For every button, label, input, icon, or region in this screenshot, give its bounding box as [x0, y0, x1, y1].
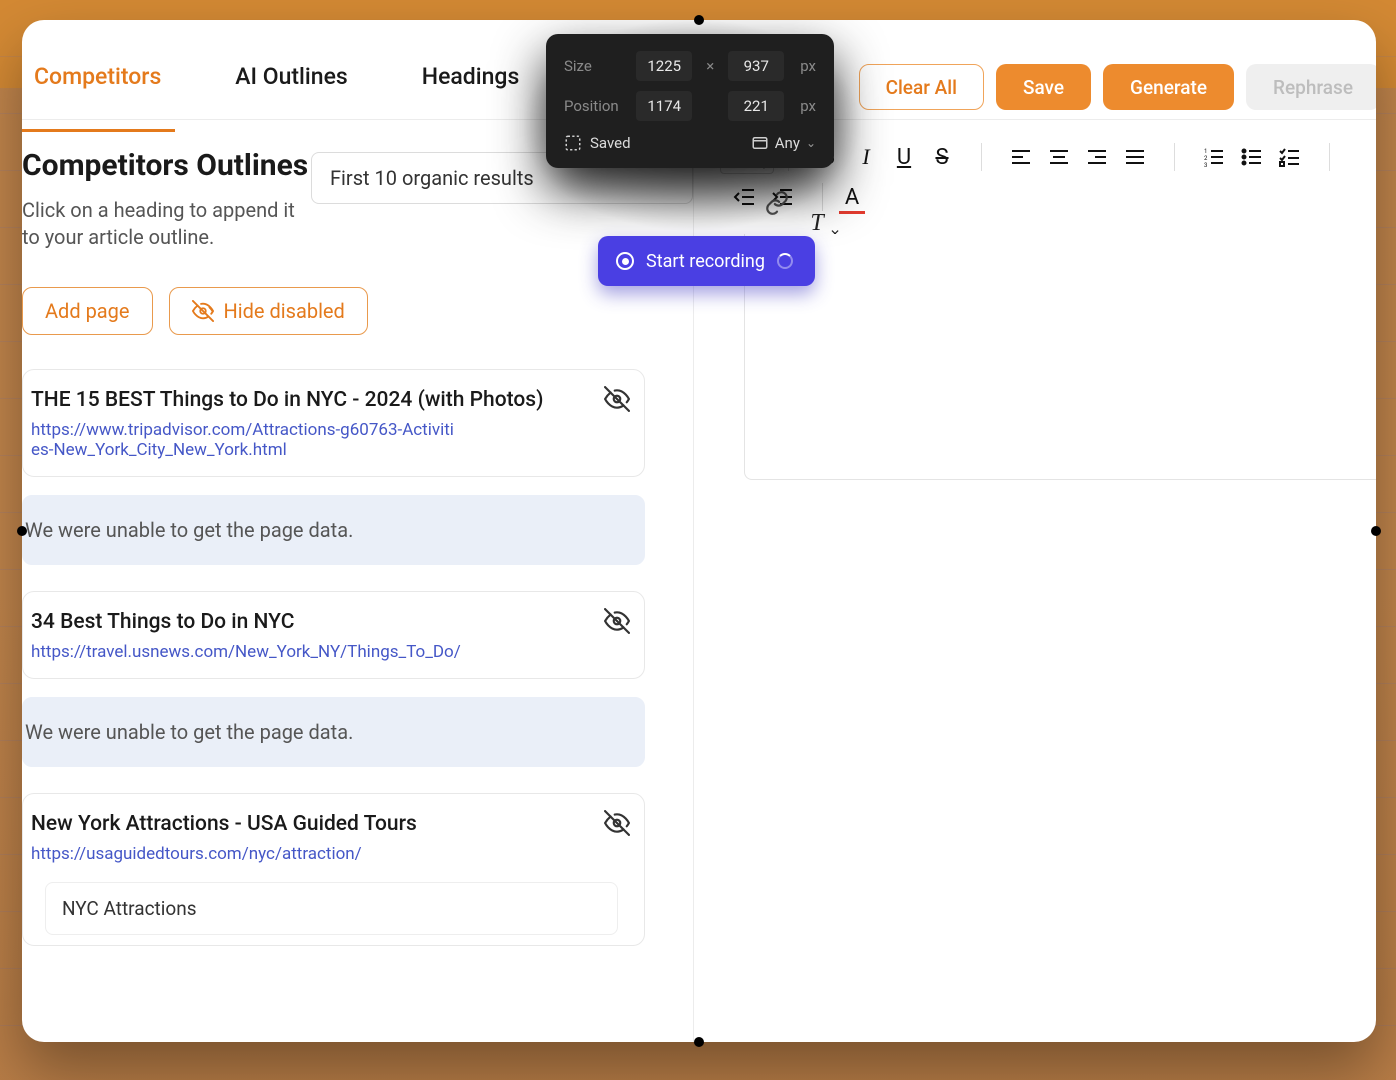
aspect-label: Any [775, 134, 800, 152]
resize-handle-bottom[interactable] [694, 1037, 704, 1047]
times-icon: × [702, 57, 718, 75]
link-icon[interactable] [764, 190, 790, 220]
toolbar-divider [822, 183, 823, 211]
tab-competitors[interactable]: Competitors [26, 29, 169, 110]
toolbar-divider [981, 143, 982, 171]
unordered-list-button[interactable] [1237, 142, 1267, 172]
svg-text:1: 1 [1204, 148, 1207, 155]
align-left-button[interactable] [1006, 142, 1036, 172]
position-y-input[interactable]: 221 [728, 91, 784, 121]
tab-headings[interactable]: Headings [414, 29, 528, 110]
position-label: Position [564, 97, 626, 115]
svg-text:2: 2 [1204, 155, 1208, 162]
align-justify-button[interactable] [1120, 142, 1150, 172]
toggle-visibility-button[interactable] [604, 810, 630, 836]
resize-handle-top[interactable] [694, 15, 704, 25]
strikethrough-button[interactable]: S [927, 142, 957, 172]
save-button[interactable]: Save [996, 64, 1091, 110]
chevron-down-icon: ⌄ [806, 136, 816, 150]
result-title[interactable]: New York Attractions - USA Guided Tours [31, 812, 624, 836]
underline-button[interactable]: U [889, 142, 919, 172]
resize-handle-left[interactable] [17, 526, 27, 536]
clear-all-button[interactable]: Clear All [859, 64, 984, 110]
record-icon [616, 252, 634, 270]
position-x-input[interactable]: 1174 [636, 91, 692, 121]
add-page-button[interactable]: Add page [22, 287, 153, 335]
select-value: First 10 organic results [330, 166, 534, 190]
tab-ai-outlines[interactable]: AI Outlines [227, 29, 355, 110]
competitor-card: THE 15 BEST Things to Do in NYC - 2024 (… [22, 369, 645, 477]
toolbar-divider [1174, 143, 1175, 171]
result-title[interactable]: 34 Best Things to Do in NYC [31, 610, 624, 634]
size-height-input[interactable]: 937 [728, 51, 784, 81]
saved-status: Saved [564, 134, 631, 152]
record-label: Start recording [646, 251, 765, 272]
competitor-card: 34 Best Things to Do in NYC https://trav… [22, 591, 645, 679]
hide-disabled-label: Hide disabled [224, 299, 345, 323]
toolbar-divider [1329, 143, 1330, 171]
app-window: Competitors AI Outlines Headings Clear A… [22, 20, 1376, 1042]
unit-label: px [800, 57, 816, 75]
page-data-warning: We were unable to get the page data. [22, 495, 645, 565]
capture-settings-panel[interactable]: Size 1225 × 937 px Position 1174 × 221 p… [546, 34, 834, 168]
start-recording-button[interactable]: Start recording [598, 236, 815, 286]
resize-handle-right[interactable] [1371, 526, 1381, 536]
unit-label: px [800, 97, 816, 115]
add-page-label: Add page [45, 299, 130, 323]
page-data-warning: We were unable to get the page data. [22, 697, 645, 767]
ordered-list-button[interactable]: 123 [1199, 142, 1229, 172]
text-color-button[interactable]: A [837, 182, 867, 212]
competitor-card: New York Attractions - USA Guided Tours … [22, 793, 645, 946]
eye-off-icon [192, 300, 214, 322]
editor-canvas[interactable] [744, 234, 1376, 480]
pane-subtitle: Click on a heading to append it to your … [22, 197, 314, 251]
align-right-button[interactable] [1082, 142, 1112, 172]
size-label: Size [564, 57, 626, 75]
competitors-pane: Competitors Outlines Click on a heading … [22, 120, 694, 1042]
rephrase-button: Rephrase [1246, 64, 1376, 110]
toggle-visibility-button[interactable] [604, 608, 630, 634]
checklist-button[interactable] [1275, 142, 1305, 172]
result-url[interactable]: https://www.tripadvisor.com/Attractions-… [31, 420, 461, 460]
result-url[interactable]: https://travel.usnews.com/New_York_NY/Th… [31, 642, 461, 662]
result-title[interactable]: THE 15 BEST Things to Do in NYC - 2024 (… [31, 388, 624, 412]
generate-button[interactable]: Generate [1103, 64, 1234, 110]
hide-disabled-button[interactable]: Hide disabled [169, 287, 368, 335]
svg-text:3: 3 [1204, 162, 1207, 169]
outdent-button[interactable] [730, 182, 760, 212]
align-center-button[interactable] [1044, 142, 1074, 172]
result-url[interactable]: https://usaguidedtours.com/nyc/attractio… [31, 844, 461, 864]
aspect-select[interactable]: Any ⌄ [751, 134, 816, 152]
toggle-visibility-button[interactable] [604, 386, 630, 412]
italic-button[interactable]: I [851, 142, 881, 172]
competitor-heading[interactable]: NYC Attractions [45, 882, 618, 935]
top-actions: Clear All Save Generate Rephrase [859, 64, 1376, 110]
spinner-icon [777, 253, 793, 269]
saved-label: Saved [590, 134, 631, 152]
size-width-input[interactable]: 1225 [636, 51, 692, 81]
